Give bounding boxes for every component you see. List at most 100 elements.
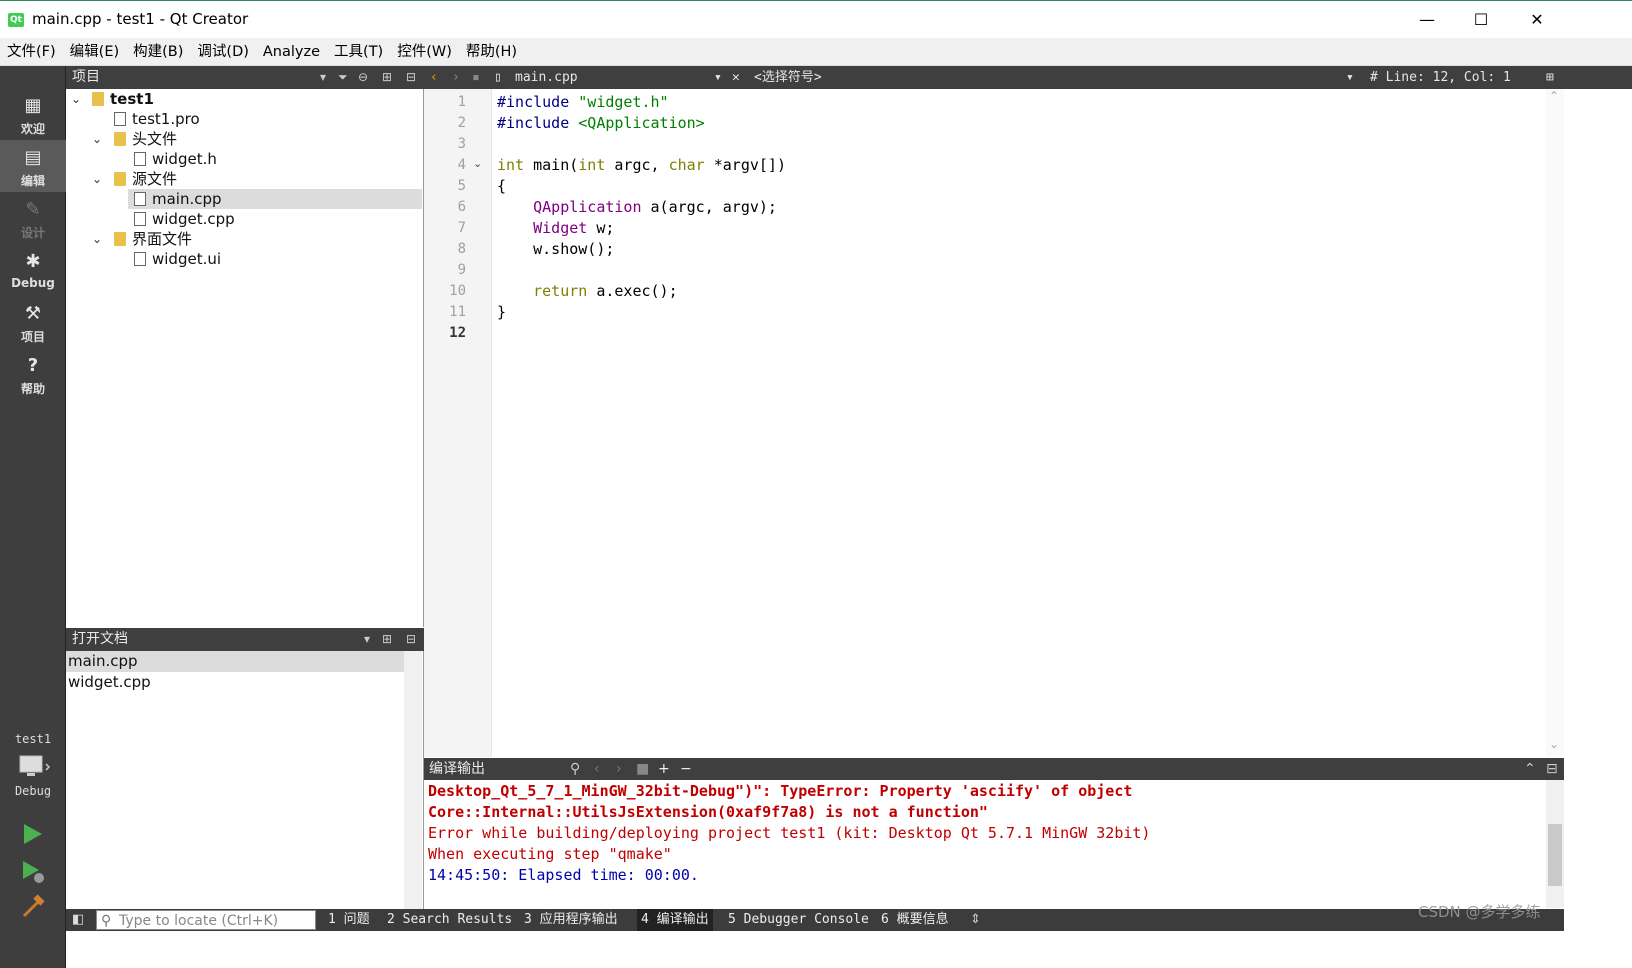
zoom-out-icon[interactable]: − [680,758,692,780]
close-pane-icon[interactable]: ⊟ [406,66,416,89]
code-line[interactable]: w.show(); [497,239,614,260]
code-line[interactable]: } [497,302,506,323]
maximize-button[interactable]: ☐ [1452,1,1510,39]
split-editor-icon[interactable]: ⊞ [1546,66,1554,89]
mode-help[interactable]: ? 帮助 [0,348,66,400]
code-token: char [668,156,705,174]
grid-icon: ▦ [24,95,42,116]
output-scrollbar[interactable] [1546,780,1564,908]
split-icon[interactable]: ⊞ [382,628,392,651]
tab-search-results[interactable]: 2 Search Results [383,909,516,931]
more-tabs-icon[interactable]: ⇕ [970,909,981,931]
menu-analyze[interactable]: Analyze [256,38,327,65]
code-token: a(argc, argv); [641,198,777,216]
mode-edit[interactable]: ▤ 编辑 [0,140,66,192]
split-icon[interactable]: ⊞ [382,66,392,89]
next-icon[interactable]: › [616,758,622,780]
mode-welcome[interactable]: ▦ 欢迎 [0,88,66,140]
close-button[interactable]: ✕ [1508,1,1566,39]
tab-application-output[interactable]: 3 应用程序输出 [520,909,622,931]
tree-item-widget-h[interactable]: widget.h [66,149,422,169]
build-button[interactable] [20,894,46,920]
menu-help[interactable]: 帮助(H) [459,38,524,65]
code-line[interactable]: return a.exec(); [497,281,678,302]
kit-selector[interactable] [18,754,51,780]
code-line[interactable]: #include <QApplication> [497,113,705,134]
forward-arrow-icon[interactable]: › [452,66,460,89]
filter-icon[interactable]: ⏷ [338,66,348,89]
close-pane-icon[interactable]: ⊟ [1546,758,1558,780]
back-arrow-icon[interactable]: ‹ [430,66,438,89]
scroll-up-icon[interactable]: ⌃ [1549,89,1559,103]
code-line[interactable]: #include "widget.h" [497,92,669,113]
tab-general-messages[interactable]: 6 概要信息 [877,909,953,931]
chevron-down-icon[interactable]: ⌄ [90,229,104,249]
toggle-sidebar-icon[interactable]: ◧ [72,909,84,931]
stop-icon[interactable]: ■ [636,758,649,780]
tab-debugger-console[interactable]: 5 Debugger Console [724,909,873,931]
menu-edit[interactable]: 编辑(E) [63,38,126,65]
fold-chevron-icon[interactable]: ⌄ [473,157,482,170]
lock-icon[interactable]: ▪ [472,66,480,89]
mode-design[interactable]: ✎ 设计 [0,192,66,244]
run-button[interactable] [20,821,46,847]
symbol-selector[interactable]: <选择符号> [754,66,822,89]
close-document-icon[interactable]: ✕ [732,66,740,89]
cursor-position[interactable]: # Line: 12, Col: 1 [1370,66,1511,89]
mode-debug[interactable]: ✱ Debug [0,244,66,296]
code-line[interactable]: Widget w; [497,218,614,239]
filter-output-icon[interactable]: ⚲ [570,758,580,780]
menu-bar: 文件(F) 编辑(E) 构建(B) 调试(D) Analyze 工具(T) 控件… [0,38,1632,66]
minimize-button[interactable]: — [1398,1,1456,39]
tree-item-sources[interactable]: ⌄ 源文件 [66,169,422,189]
tab-compile-output[interactable]: 4 编译输出 [637,909,713,931]
open-doc-widget-cpp[interactable]: widget.cpp [66,672,404,693]
file-selector[interactable]: main.cpp [515,66,578,89]
header-file-icon [134,152,146,166]
menu-tools[interactable]: 工具(T) [327,38,390,65]
tree-item-widget-ui[interactable]: widget.ui [66,249,422,269]
code-line[interactable]: int main(int argc, char *argv[]) [497,155,786,176]
tab-issues[interactable]: 1 问题 [324,909,374,931]
code-editor[interactable]: #include "widget.h" #include <QApplicatio… [493,89,1546,757]
close-pane-icon[interactable]: ⊟ [406,628,416,651]
link-icon[interactable]: ⊖ [358,66,368,89]
mode-projects[interactable]: ⚒ 项目 [0,296,66,348]
tree-item-widget-cpp[interactable]: widget.cpp [66,209,422,229]
code-token: int [578,156,606,174]
scroll-down-icon[interactable]: ⌄ [1549,737,1559,751]
tree-item-forms[interactable]: ⌄ 界面文件 [66,229,422,249]
menu-debug[interactable]: 调试(D) [190,38,255,65]
code-line[interactable]: QApplication a(argc, argv); [497,197,777,218]
hammer-icon [22,894,45,918]
view-dropdown-icon[interactable]: ▾ [320,66,326,89]
open-doc-main-cpp[interactable]: main.cpp [66,651,404,672]
chevron-down-icon[interactable]: ⌄ [90,169,104,189]
menu-file[interactable]: 文件(F) [0,38,63,65]
tree-item-headers[interactable]: ⌄ 头文件 [66,129,422,149]
code-line[interactable]: { [497,176,506,197]
tree-item-main-cpp[interactable]: main.cpp [128,189,422,209]
locator-input[interactable]: ⚲ Type to locate (Ctrl+K) [96,910,316,930]
tree-item-pro-file[interactable]: test1.pro [66,109,422,129]
prev-icon[interactable]: ‹ [594,758,600,780]
view-dropdown-icon[interactable]: ▾ [364,628,370,651]
symbol-dropdown-icon[interactable]: ▾ [1346,66,1354,89]
maximize-pane-icon[interactable]: ⌃ [1524,758,1536,780]
zoom-in-icon[interactable]: + [658,758,670,780]
menu-build[interactable]: 构建(B) [126,38,190,65]
menu-controls[interactable]: 控件(W) [390,38,459,65]
tree-item-project[interactable]: ⌄ test1 [66,89,422,109]
debug-run-button[interactable] [20,858,46,884]
mode-label: 帮助 [20,382,45,396]
chevron-down-icon[interactable]: ⌄ [69,89,83,109]
source-file-icon [134,192,146,206]
compile-output[interactable]: Desktop_Qt_5_7_1_MinGW_32bit-Debug")": T… [424,780,1546,908]
output-line: Error while building/deploying project t… [428,824,1151,842]
output-pane-header: 编译输出 ⚲ ‹ › ■ + − ⌃ ⊟ [424,758,1564,780]
editor-scrollbar[interactable]: ⌃ ⌄ [1546,89,1564,757]
file-dropdown-icon[interactable]: ▾ [714,66,722,89]
open-docs-scrollbar[interactable] [404,651,422,909]
scroll-thumb[interactable] [1548,824,1562,886]
chevron-down-icon[interactable]: ⌄ [90,129,104,149]
